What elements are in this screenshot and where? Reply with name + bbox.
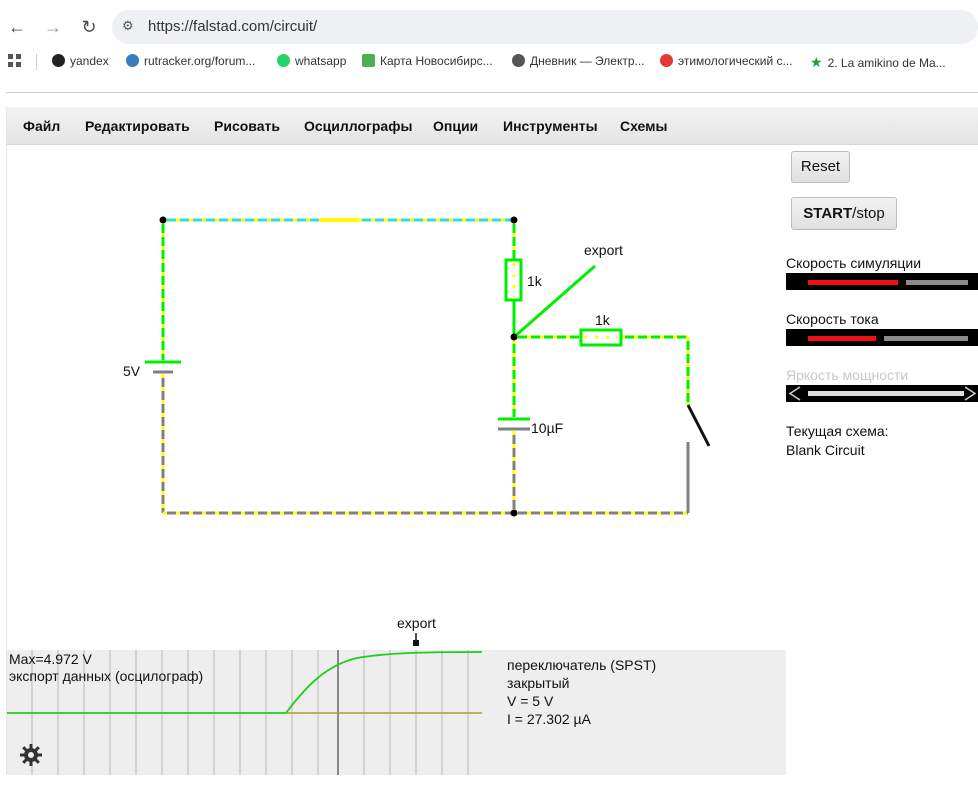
resistor-2[interactable] (579, 328, 623, 347)
stop-label: /stop (852, 205, 885, 222)
sim-speed-label: Скорость симуляции (786, 255, 922, 271)
back-icon[interactable]: ← (6, 16, 28, 38)
scope-max-label: Max=4.972 V (9, 651, 92, 667)
globe-icon (512, 54, 525, 67)
node-top-right (510, 216, 518, 224)
scope-title: экспорт данных (осцилограф) (9, 668, 204, 684)
menu-tools[interactable]: Инструменты (503, 118, 598, 134)
bookmark-yandex[interactable]: yandex (52, 54, 109, 68)
bookmark-amikino[interactable]: ★ 2. La amikino de Ma... (810, 54, 946, 71)
bookmark-separator (36, 54, 37, 70)
gear-icon[interactable] (19, 743, 43, 767)
power-brightness-slider (786, 385, 978, 402)
switch-spst[interactable] (686, 404, 711, 447)
sim-speed-fill (808, 280, 898, 285)
control-panel: Reset START/stop Скорость симуляции Скор… (786, 145, 978, 775)
forward-icon[interactable]: → (42, 16, 64, 38)
star-icon: ★ (810, 54, 823, 70)
scope-probe-marker (413, 633, 419, 646)
sim-speed-track (906, 280, 968, 285)
node-bottom (510, 509, 518, 517)
chrome-divider (6, 92, 978, 93)
menu-scopes[interactable]: Осциллографы (304, 118, 412, 134)
url-text[interactable]: https://falstad.com/circuit/ (148, 18, 317, 35)
menu-edit[interactable]: Редактировать (85, 118, 190, 134)
bookmark-map[interactable]: Карта Новосибирс... (362, 54, 493, 68)
battery[interactable] (145, 360, 181, 374)
browser-chrome: ← → ↻ ⚙ https://falstad.com/circuit/ yan… (0, 0, 978, 96)
map-icon (362, 54, 375, 67)
start-label: START (803, 205, 853, 222)
bookmark-whatsapp[interactable]: whatsapp (277, 54, 346, 68)
scope-probe-label: export (397, 615, 436, 631)
resistor-1-label: 1k (527, 273, 543, 289)
menu-draw[interactable]: Рисовать (214, 118, 280, 134)
node-junction (510, 333, 518, 341)
address-bar[interactable]: ⚙ https://falstad.com/circuit/ (112, 10, 978, 44)
current-speed-track (884, 336, 968, 341)
bookmark-diary[interactable]: Дневник — Электр... (512, 54, 645, 68)
sim-speed-slider[interactable] (786, 273, 978, 290)
scope-info-voltage: V = 5 V (507, 693, 554, 709)
address-row: ← → ↻ ⚙ https://falstad.com/circuit/ (0, 8, 978, 46)
bookmark-rutracker[interactable]: rutracker.org/forum... (126, 54, 255, 68)
resistor-2-label: 1k (595, 312, 611, 328)
circuit-simulator-app: Файл Редактировать Рисовать Осциллографы… (6, 107, 978, 775)
menu-file[interactable]: Файл (23, 118, 60, 134)
current-circuit-label: Текущая схема: (786, 423, 889, 439)
resistor-1[interactable] (504, 258, 523, 302)
reload-icon[interactable]: ↻ (78, 16, 100, 38)
battery-label: 5V (123, 363, 141, 379)
current-speed-slider[interactable] (786, 329, 978, 346)
site-settings-icon[interactable]: ⚙ (122, 18, 134, 34)
menu-bar: Файл Редактировать Рисовать Осциллографы… (7, 107, 978, 145)
reset-button[interactable]: Reset (791, 151, 850, 183)
bookmarks-bar: yandex rutracker.org/forum... whatsapp К… (0, 50, 978, 76)
yandex-icon (52, 54, 65, 67)
scope-info-element: переключатель (SPST) (507, 657, 657, 673)
apps-grid-icon[interactable] (8, 54, 22, 68)
start-stop-button[interactable]: START/stop (791, 197, 897, 230)
menu-circuits[interactable]: Схемы (620, 118, 667, 134)
scope-info-current: I = 27.302 µA (507, 711, 591, 727)
whatsapp-icon (277, 54, 290, 67)
current-speed-fill (808, 336, 876, 341)
power-brightness-label: Яркость мощности (786, 367, 909, 383)
menu-options[interactable]: Опции (433, 118, 478, 134)
scope-info-state: закрытый (507, 675, 570, 691)
bookmark-etymology[interactable]: этимологический с... (660, 54, 793, 68)
node-top-left (159, 216, 167, 224)
power-brightness-track (788, 386, 977, 401)
capacitor-label: 10µF (531, 420, 563, 436)
capacitor[interactable] (498, 417, 530, 431)
rutracker-icon (126, 54, 139, 67)
export-probe-label: export (584, 242, 623, 258)
current-circuit-name: Blank Circuit (786, 442, 865, 458)
etymology-icon (660, 54, 673, 67)
circuit-canvas[interactable]: 5V 1k export 10µF 1k (7, 145, 787, 600)
current-speed-label: Скорость тока (786, 311, 879, 327)
oscilloscope-panel[interactable]: Max=4.972 V экспорт данных (осцилограф) … (7, 650, 786, 775)
